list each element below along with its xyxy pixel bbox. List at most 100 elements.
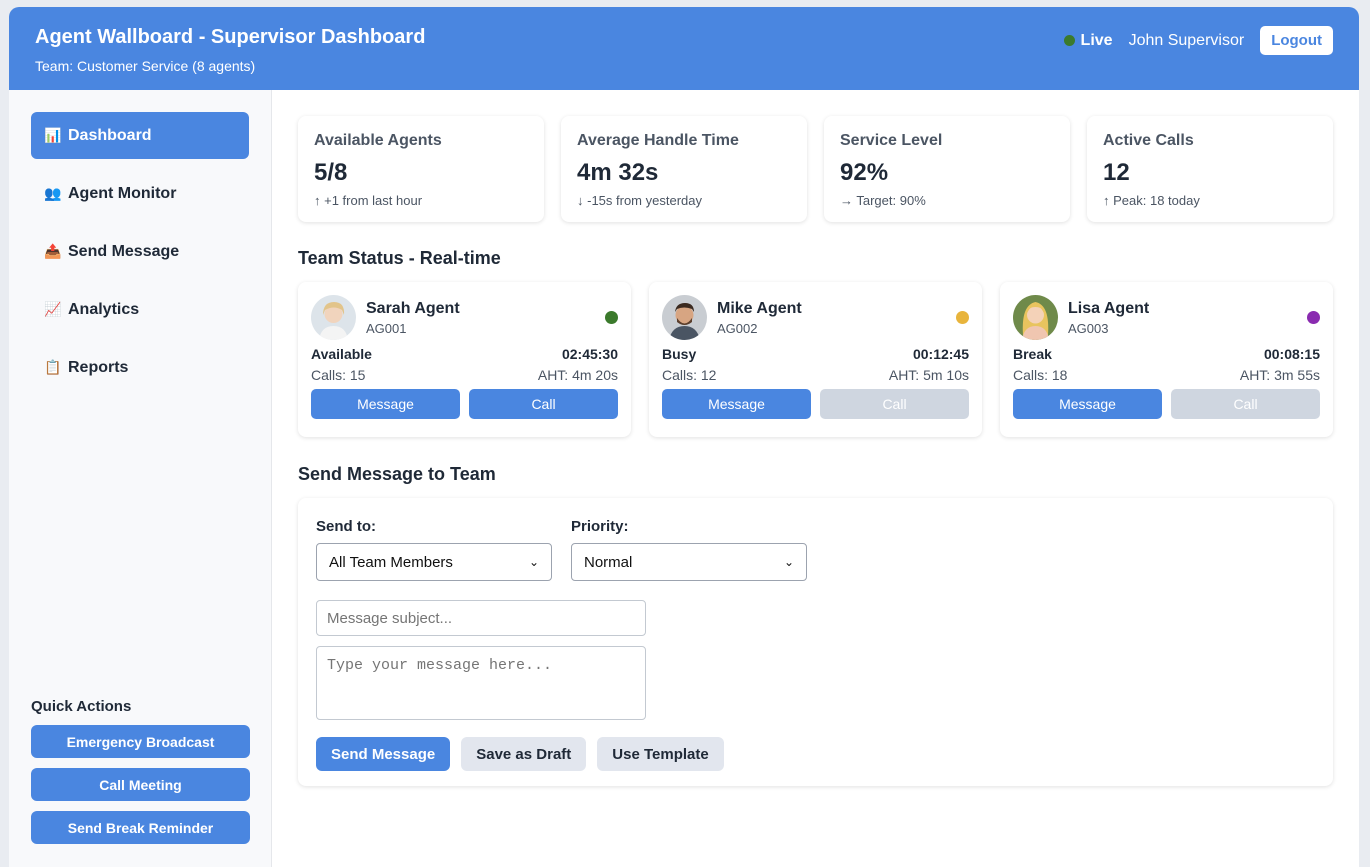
agent-header: Mike Agent AG002: [662, 295, 969, 340]
agent-timer: 00:12:45: [912, 346, 969, 362]
message-agent-button[interactable]: Message: [1013, 389, 1162, 419]
send-to-select[interactable]: All Team Members ⌄: [316, 543, 552, 581]
send-break-reminder-button[interactable]: Send Break Reminder: [31, 811, 250, 844]
priority-value: Normal: [584, 553, 633, 571]
send-message-title: Send Message to Team: [298, 464, 496, 484]
quick-actions-title: Quick Actions: [31, 698, 132, 715]
avatar: [1013, 295, 1058, 340]
people-icon: 👥: [44, 185, 62, 201]
agent-id: AG003: [1068, 320, 1109, 336]
metric-value: 4m 32s: [577, 159, 659, 186]
bar-chart-icon: 📊: [44, 127, 62, 143]
team-subtitle: Team: Customer Service (8 agents): [35, 57, 256, 74]
chevron-down-icon: ⌄: [783, 555, 794, 569]
priority-label: Priority:: [571, 518, 629, 535]
metric-value: 12: [1103, 159, 1130, 186]
agent-actions: Message Call: [311, 389, 618, 419]
call-agent-button[interactable]: Call: [820, 389, 969, 419]
agent-status-row: Available 02:45:30: [311, 346, 618, 362]
live-dot-icon: [1063, 35, 1075, 46]
status-dot-icon: [1307, 311, 1320, 324]
avatar: [662, 295, 707, 340]
agent-card: Lisa Agent AG003 Break 00:08:15 Calls: 1…: [1000, 282, 1333, 437]
metric-change: ↓ -15s from yesterday: [577, 193, 702, 208]
metric-card-available-agents: Available Agents 5/8 ↑ +1 from last hour: [298, 116, 544, 222]
call-meeting-button[interactable]: Call Meeting: [31, 768, 250, 801]
agent-status: Busy: [662, 346, 697, 362]
agent-stats-row: Calls: 15 AHT: 4m 20s: [311, 367, 618, 383]
call-agent-button[interactable]: Call: [469, 389, 618, 419]
form-actions: Send Message Save as Draft Use Template: [316, 737, 1315, 771]
agent-header: Lisa Agent AG003: [1013, 295, 1320, 340]
quick-actions: Quick Actions Emergency Broadcast Call M…: [31, 698, 250, 854]
message-body-textarea[interactable]: [316, 646, 646, 720]
metrics-row: Available Agents 5/8 ↑ +1 from last hour…: [298, 116, 1333, 222]
agent-aht: AHT: 4m 20s: [537, 367, 618, 383]
live-indicator: Live: [1063, 31, 1113, 50]
page-title: Agent Wallboard - Supervisor Dashboard: [35, 25, 426, 48]
message-subject-input[interactable]: [316, 600, 646, 636]
call-agent-button[interactable]: Call: [1171, 389, 1320, 419]
save-draft-button[interactable]: Save as Draft: [461, 737, 587, 771]
agent-calls: Calls: 15: [311, 367, 366, 383]
sidebar-item-reports[interactable]: 📋 Reports: [31, 344, 249, 391]
send-to-group: Send to: All Team Members ⌄: [316, 516, 552, 581]
app-window: Agent Wallboard - Supervisor Dashboard T…: [9, 7, 1359, 867]
top-header: Agent Wallboard - Supervisor Dashboard T…: [9, 7, 1359, 90]
agent-id: AG001: [366, 320, 407, 336]
status-dot-icon: [605, 311, 618, 324]
agent-stats-row: Calls: 18 AHT: 3m 55s: [1013, 367, 1320, 383]
metric-label: Available Agents: [314, 132, 442, 149]
use-template-button[interactable]: Use Template: [597, 737, 724, 771]
user-name: John Supervisor: [1128, 31, 1245, 49]
sidebar-item-send-message[interactable]: 📤 Send Message: [31, 228, 249, 275]
sidebar-item-label: Analytics: [68, 300, 140, 318]
metric-card-average-handle-time: Average Handle Time 4m 32s ↓ -15s from y…: [561, 116, 807, 222]
main-content: Available Agents 5/8 ↑ +1 from last hour…: [272, 90, 1359, 867]
trend-chart-icon: 📈: [44, 301, 62, 317]
agent-card: Mike Agent AG002 Busy 00:12:45 Calls: 12…: [649, 282, 982, 437]
agent-card: Sarah Agent AG001 Available 02:45:30 Cal…: [298, 282, 631, 437]
form-row: Send to: All Team Members ⌄ Priority: No…: [316, 516, 1315, 581]
agent-stats-row: Calls: 12 AHT: 5m 10s: [662, 367, 969, 383]
agent-name: Mike Agent: [717, 299, 802, 317]
agent-name: Sarah Agent: [366, 299, 460, 317]
priority-select[interactable]: Normal ⌄: [571, 543, 807, 581]
message-agent-button[interactable]: Message: [311, 389, 460, 419]
sidebar-item-dashboard[interactable]: 📊 Dashboard: [31, 112, 249, 159]
team-status-title: Team Status - Real-time: [298, 248, 501, 268]
outbox-icon: 📤: [44, 243, 62, 259]
metric-card-active-calls: Active Calls 12 ↑ Peak: 18 today: [1087, 116, 1333, 222]
metric-value: 5/8: [314, 159, 348, 186]
avatar: [311, 295, 356, 340]
agent-calls: Calls: 18: [1013, 367, 1068, 383]
metric-label: Average Handle Time: [577, 132, 739, 149]
status-dot-icon: [956, 311, 969, 324]
agent-info: Lisa Agent AG003: [1068, 300, 1149, 336]
emergency-broadcast-button[interactable]: Emergency Broadcast: [31, 725, 250, 758]
metric-change: ↑ Peak: 18 today: [1103, 193, 1200, 208]
agent-info: Mike Agent AG002: [717, 300, 802, 336]
logout-button[interactable]: Logout: [1260, 26, 1333, 55]
agent-status-row: Break 00:08:15: [1013, 346, 1320, 362]
send-to-value: All Team Members: [329, 553, 453, 571]
header-left: Agent Wallboard - Supervisor Dashboard T…: [35, 24, 425, 74]
metric-label: Active Calls: [1103, 132, 1194, 149]
sidebar-item-analytics[interactable]: 📈 Analytics: [31, 286, 249, 333]
metric-change: ↑ +1 from last hour: [314, 193, 423, 208]
sidebar-item-label: Dashboard: [68, 126, 152, 144]
agent-status: Break: [1013, 346, 1052, 362]
message-agent-button[interactable]: Message: [662, 389, 811, 419]
sidebar-item-label: Reports: [68, 358, 129, 376]
clipboard-icon: 📋: [44, 359, 62, 375]
send-to-label: Send to:: [316, 518, 376, 535]
sidebar: 📊 Dashboard 👥 Agent Monitor 📤 Send Messa…: [9, 90, 272, 867]
live-label: Live: [1080, 31, 1113, 49]
metric-change: → Target: 90%: [840, 193, 926, 208]
send-message-button[interactable]: Send Message: [316, 737, 451, 771]
send-message-form: Send to: All Team Members ⌄ Priority: No…: [298, 498, 1333, 786]
agent-name: Lisa Agent: [1068, 299, 1150, 317]
sidebar-item-agent-monitor[interactable]: 👥 Agent Monitor: [31, 170, 249, 217]
agent-aht: AHT: 5m 10s: [888, 367, 969, 383]
agent-timer: 00:08:15: [1263, 346, 1320, 362]
